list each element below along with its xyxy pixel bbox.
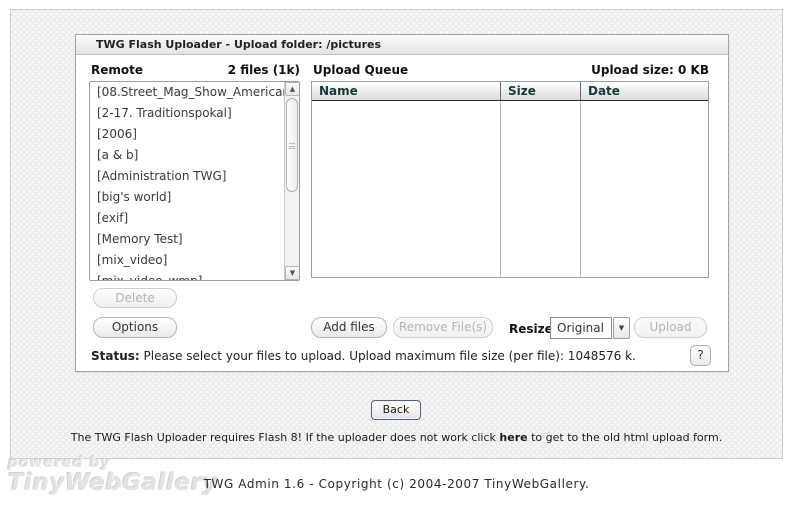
list-item[interactable]: [mix_video_wmp] xyxy=(90,271,284,280)
remote-folder-items: [08.Street_Mag_Show_American [2-17. Trad… xyxy=(90,82,284,280)
scrollbar-thumb[interactable] xyxy=(286,98,298,192)
status-label: Status: xyxy=(91,349,140,363)
queue-table-body xyxy=(312,101,708,277)
status-bar: Status: Please select your files to uplo… xyxy=(91,349,636,363)
options-button[interactable]: Options xyxy=(93,317,177,338)
resize-dropdown[interactable]: Original ▼ xyxy=(550,317,630,339)
scroll-up-icon[interactable]: ▲ xyxy=(285,82,300,96)
list-item[interactable]: [exif] xyxy=(90,208,284,229)
upload-size-label: Upload size: 0 KB xyxy=(311,63,709,77)
scroll-down-icon[interactable]: ▼ xyxy=(285,266,300,280)
queue-column-name xyxy=(312,101,500,277)
scrollbar-grip xyxy=(289,143,295,149)
delete-button[interactable]: Delete xyxy=(93,288,177,308)
list-item[interactable]: [Memory Test] xyxy=(90,229,284,250)
watermark-powered-by: powered by xyxy=(8,456,218,470)
queue-column-size xyxy=(500,101,580,277)
note-text-before: The TWG Flash Uploader requires Flash 8!… xyxy=(71,431,500,444)
list-item[interactable]: [a & b] xyxy=(90,145,284,166)
resize-label: Resize xyxy=(509,322,553,336)
list-scrollbar[interactable]: ▲ ▼ xyxy=(284,82,299,280)
dialog-title: TWG Flash Uploader - Upload folder: /pic… xyxy=(76,35,728,55)
remote-file-count: 2 files (1k) xyxy=(89,63,300,77)
column-header-name[interactable]: Name xyxy=(312,82,500,100)
queue-table-header: Name Size Date xyxy=(312,82,708,101)
resize-selected-value[interactable]: Original xyxy=(550,317,612,339)
add-files-button[interactable]: Add files xyxy=(311,317,387,338)
uploader-dialog: TWG Flash Uploader - Upload folder: /pic… xyxy=(75,34,729,372)
flash-requirement-note: The TWG Flash Uploader requires Flash 8!… xyxy=(0,431,793,444)
note-text-after: to get to the old html upload form. xyxy=(528,431,723,444)
remote-folder-list: [08.Street_Mag_Show_American [2-17. Trad… xyxy=(89,81,300,281)
upload-queue-table: Name Size Date xyxy=(311,81,709,278)
list-item[interactable]: [Administration TWG] xyxy=(90,166,284,187)
column-header-size[interactable]: Size xyxy=(500,82,580,100)
status-text: Please select your files to upload. Uplo… xyxy=(144,349,636,363)
list-item[interactable]: [big's world] xyxy=(90,187,284,208)
queue-column-date xyxy=(580,101,708,277)
list-item[interactable]: [2-17. Traditionspokal] xyxy=(90,103,284,124)
remove-files-button[interactable]: Remove File(s) xyxy=(393,317,493,338)
list-item[interactable]: [08.Street_Mag_Show_American xyxy=(90,82,284,103)
list-item[interactable]: [mix_video] xyxy=(90,250,284,271)
column-header-date[interactable]: Date xyxy=(580,82,708,100)
back-button[interactable]: Back xyxy=(371,400,421,420)
chevron-down-icon[interactable]: ▼ xyxy=(613,317,630,339)
old-upload-form-link[interactable]: here xyxy=(499,431,527,444)
copyright-text: TWG Admin 1.6 - Copyright (c) 2004-2007 … xyxy=(0,477,793,491)
help-button[interactable]: ? xyxy=(690,345,711,366)
upload-button[interactable]: Upload xyxy=(634,317,707,338)
list-item[interactable]: [2006] xyxy=(90,124,284,145)
